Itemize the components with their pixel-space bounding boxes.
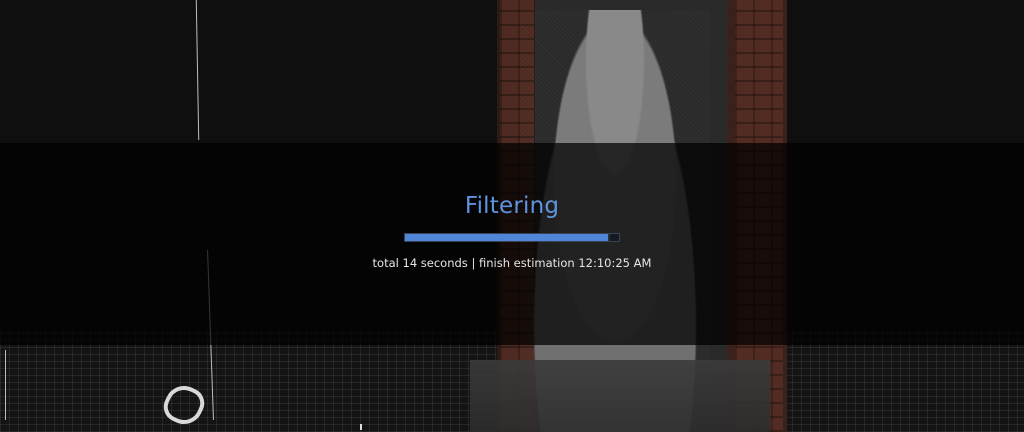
axis-line (5, 350, 6, 420)
progress-title: Filtering (464, 193, 560, 219)
progress-status: total 14 seconds | finish estimation 12:… (372, 256, 652, 270)
progress-dialog: Filtering total 14 seconds | finish esti… (0, 143, 1024, 345)
progress-bar-fill (405, 234, 609, 241)
statue-pedestal (470, 360, 770, 432)
progress-bar (404, 233, 620, 242)
point-marker (360, 424, 362, 430)
progress-bar-remaining (610, 234, 619, 241)
